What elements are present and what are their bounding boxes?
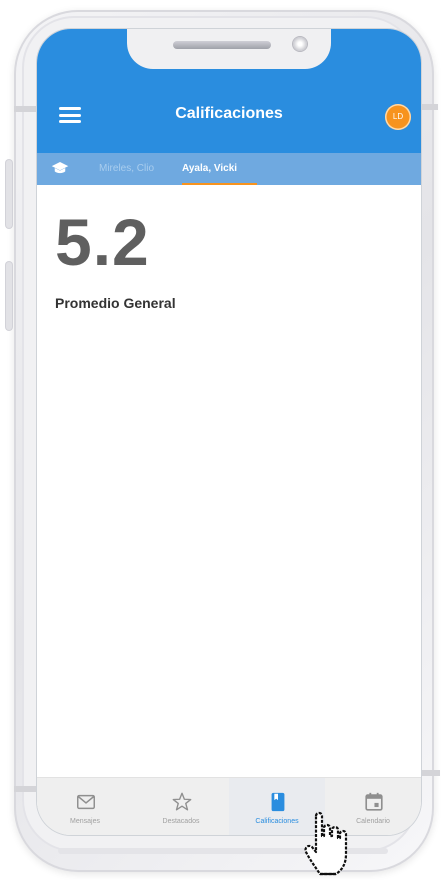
volume-down-button — [6, 262, 12, 330]
volume-up-button — [6, 160, 12, 228]
nav-label: Mensajes — [70, 818, 100, 825]
student-tabs: Mireles, Clio Ayala, Vicki — [37, 153, 421, 185]
page-title: Calificaciones — [175, 105, 283, 122]
antenna-band-top-left — [14, 106, 38, 112]
nav-item-destacados[interactable]: Destacados — [133, 778, 229, 835]
average-grade-label: Promedio General — [55, 295, 176, 311]
nav-label: Destacados — [162, 818, 200, 825]
nav-item-mensajes[interactable]: Mensajes — [37, 778, 133, 835]
active-tab-indicator — [182, 183, 257, 185]
book-icon — [271, 792, 285, 812]
antenna-band-top-right — [418, 104, 438, 110]
pointer-hand-icon — [304, 811, 348, 876]
avatar[interactable]: LD — [385, 104, 411, 130]
tab-label: Ayala, Vicki — [182, 163, 238, 174]
mail-icon — [77, 794, 95, 810]
graduation-cap-icon — [51, 162, 69, 174]
star-icon — [172, 792, 192, 811]
average-grade: 5.2 — [55, 205, 150, 279]
speaker-grille — [173, 41, 271, 49]
calendar-icon — [365, 792, 383, 811]
front-camera — [293, 37, 307, 51]
tab-student-mireles[interactable]: Mireles, Clio — [99, 153, 169, 185]
tab-student-ayala[interactable]: Ayala, Vicki — [182, 153, 257, 185]
app-screen: Calificaciones LD Mireles, Clio Ayala, V… — [37, 29, 421, 835]
app-bar: Calificaciones LD — [37, 29, 421, 153]
